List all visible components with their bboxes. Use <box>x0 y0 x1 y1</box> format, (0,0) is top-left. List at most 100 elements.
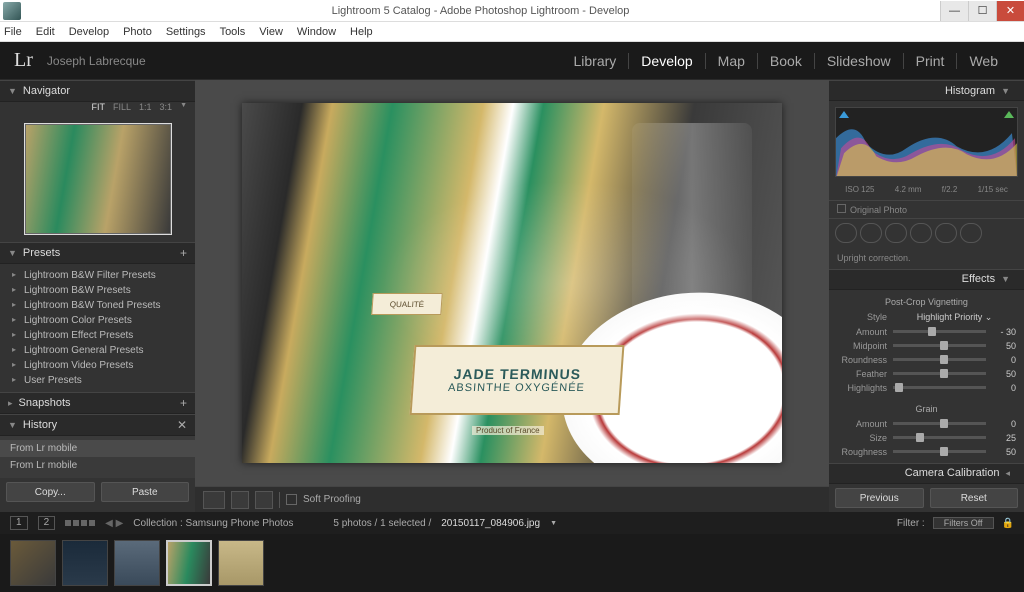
grid-icon[interactable] <box>65 520 95 526</box>
chevron-down-icon: ▼ <box>8 86 17 96</box>
grain-label: Size <box>837 433 887 443</box>
current-filename: 20150117_084906.jpg <box>441 518 540 529</box>
menu-window[interactable]: Window <box>297 26 336 38</box>
preset-folder[interactable]: Lightroom General Presets <box>0 343 195 358</box>
menu-edit[interactable]: Edit <box>36 26 55 38</box>
grain-value[interactable]: 0 <box>992 419 1016 429</box>
spot-tool[interactable] <box>860 223 882 243</box>
monitor-1-button[interactable]: 1 <box>10 516 28 530</box>
previous-button[interactable]: Previous <box>835 488 924 508</box>
preset-folder[interactable]: Lightroom B&W Toned Presets <box>0 298 195 313</box>
vignette-slider[interactable] <box>893 344 986 347</box>
filmstrip-thumb[interactable] <box>10 540 56 586</box>
nav-fit[interactable]: FIT <box>92 102 106 112</box>
filter-select[interactable]: Filters Off <box>933 517 994 529</box>
vignette-slider[interactable] <box>893 330 986 333</box>
grain-value[interactable]: 50 <box>992 447 1016 457</box>
calibration-header[interactable]: Camera Calibration ◂ <box>829 463 1024 484</box>
preset-folder[interactable]: User Presets <box>0 373 195 388</box>
nav-1-1[interactable]: 1:1 <box>139 102 152 112</box>
navigator-zoom-opts: FIT FILL 1:1 3:1 ▼ <box>0 102 195 116</box>
identity-user[interactable]: Joseph Labrecque <box>47 54 146 68</box>
add-preset-icon[interactable]: + <box>180 246 187 260</box>
history-title: History <box>23 419 177 431</box>
menu-tools[interactable]: Tools <box>220 26 246 38</box>
add-snapshot-icon[interactable]: + <box>180 396 187 410</box>
minimize-button[interactable]: — <box>940 1 968 21</box>
grain-slider[interactable] <box>893 436 986 439</box>
original-photo-checkbox[interactable] <box>837 204 846 213</box>
nav-fill[interactable]: FILL <box>113 102 131 112</box>
paste-button[interactable]: Paste <box>101 482 190 502</box>
navigator-thumbnail[interactable] <box>25 124 171 234</box>
module-develop[interactable]: Develop <box>629 53 705 69</box>
history-step[interactable]: From Lr mobile <box>0 457 195 474</box>
soft-proofing-checkbox[interactable] <box>286 494 297 505</box>
presets-header[interactable]: ▼ Presets + <box>0 242 195 264</box>
copy-button[interactable]: Copy... <box>6 482 95 502</box>
navigator-header[interactable]: ▼ Navigator <box>0 80 195 102</box>
filmstrip-thumb[interactable] <box>218 540 264 586</box>
vignette-value[interactable]: 0 <box>992 383 1016 393</box>
menu-settings[interactable]: Settings <box>166 26 206 38</box>
before-after-button[interactable] <box>231 491 249 509</box>
snapshots-header[interactable]: ▸ Snapshots + <box>0 392 195 414</box>
collection-path[interactable]: Collection : Samsung Phone Photos <box>133 518 293 529</box>
module-book[interactable]: Book <box>758 53 815 69</box>
menu-view[interactable]: View <box>259 26 283 38</box>
preset-folder[interactable]: Lightroom Color Presets <box>0 313 195 328</box>
effects-header[interactable]: Effects ▼ <box>829 269 1024 290</box>
menu-help[interactable]: Help <box>350 26 373 38</box>
nav-3-1[interactable]: 3:1 <box>160 102 173 112</box>
filter-lock-icon[interactable]: 🔒 <box>1002 518 1014 529</box>
filmstrip-thumb[interactable] <box>62 540 108 586</box>
vignette-slider[interactable] <box>893 386 986 389</box>
histogram-graph[interactable] <box>835 107 1018 176</box>
maximize-button[interactable]: ☐ <box>968 1 996 21</box>
module-print[interactable]: Print <box>904 53 958 69</box>
vignette-slider[interactable] <box>893 372 986 375</box>
clear-history-icon[interactable]: ✕ <box>177 418 187 432</box>
menu-file[interactable]: File <box>4 26 22 38</box>
redeye-tool[interactable] <box>885 223 907 243</box>
loupe-view-button[interactable] <box>203 491 225 509</box>
reset-button[interactable]: Reset <box>930 488 1019 508</box>
preset-folder[interactable]: Lightroom Video Presets <box>0 358 195 373</box>
vignette-value[interactable]: 50 <box>992 341 1016 351</box>
crop-tool[interactable] <box>835 223 857 243</box>
vignette-label: Highlights <box>837 383 887 393</box>
menu-develop[interactable]: Develop <box>69 26 109 38</box>
chevron-down-icon[interactable]: ▼ <box>550 520 557 527</box>
vignette-slider[interactable] <box>893 358 986 361</box>
preset-folder[interactable]: Lightroom Effect Presets <box>0 328 195 343</box>
module-library[interactable]: Library <box>562 53 630 69</box>
vignette-value[interactable]: 50 <box>992 369 1016 379</box>
radial-filter-tool[interactable] <box>935 223 957 243</box>
preset-folder[interactable]: Lightroom B&W Presets <box>0 283 195 298</box>
history-step[interactable]: From Lr mobile <box>0 440 195 457</box>
preset-folder[interactable]: Lightroom B&W Filter Presets <box>0 268 195 283</box>
module-web[interactable]: Web <box>957 53 1010 69</box>
history-header[interactable]: ▼ History ✕ <box>0 414 195 436</box>
brush-tool[interactable] <box>960 223 982 243</box>
vignette-value[interactable]: 0 <box>992 355 1016 365</box>
grain-slider[interactable] <box>893 450 986 453</box>
vignette-value[interactable]: - 30 <box>992 327 1016 337</box>
module-map[interactable]: Map <box>706 53 758 69</box>
menu-photo[interactable]: Photo <box>123 26 152 38</box>
filmstrip[interactable] <box>0 534 1024 592</box>
before-after-split-button[interactable] <box>255 491 273 509</box>
monitor-2-button[interactable]: 2 <box>38 516 56 530</box>
grain-value[interactable]: 25 <box>992 433 1016 443</box>
grain-slider[interactable] <box>893 422 986 425</box>
vignette-style-select[interactable]: Highlight Priority ⌄ <box>893 312 1016 323</box>
chevron-down-icon[interactable]: ▼ <box>180 102 187 112</box>
photo-canvas[interactable]: QUALITÉ JADE TERMINUS ABSINTHE OXYGÉNÉE … <box>242 103 782 463</box>
menu-bar: File Edit Develop Photo Settings Tools V… <box>0 22 1024 42</box>
histogram-header[interactable]: Histogram ▼ <box>829 80 1024 101</box>
close-button[interactable]: ✕ <box>996 1 1024 21</box>
filmstrip-thumb[interactable] <box>114 540 160 586</box>
module-slideshow[interactable]: Slideshow <box>815 53 904 69</box>
grad-filter-tool[interactable] <box>910 223 932 243</box>
filmstrip-thumb-selected[interactable] <box>166 540 212 586</box>
